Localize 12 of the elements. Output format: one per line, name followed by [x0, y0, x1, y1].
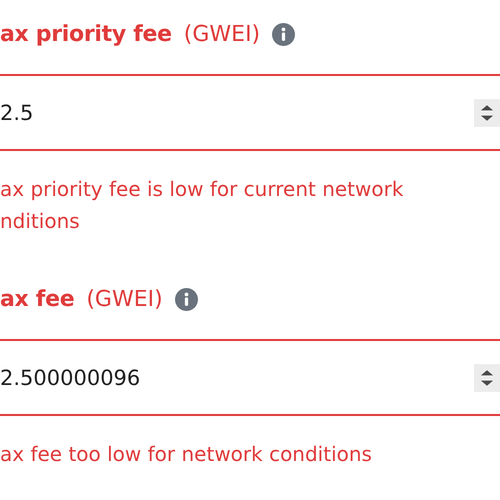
unit-label: (GWEI): [86, 286, 163, 312]
error-message: ax fee too low for network conditions: [0, 441, 373, 468]
info-icon[interactable]: [174, 288, 198, 310]
field-label: ax priority fee: [0, 22, 172, 46]
number-field[interactable]: 2.500000096: [0, 341, 474, 414]
error-message: ax priority fee is low for current network nditions: [0, 176, 404, 235]
number-field[interactable]: 2.5: [0, 76, 474, 149]
info-icon[interactable]: [272, 22, 296, 46]
spinner-icon[interactable]: [474, 96, 500, 128]
spinner-icon[interactable]: [474, 362, 500, 394]
unit-label: (GWEI): [184, 22, 260, 46]
field-label: ax fee: [0, 286, 74, 312]
